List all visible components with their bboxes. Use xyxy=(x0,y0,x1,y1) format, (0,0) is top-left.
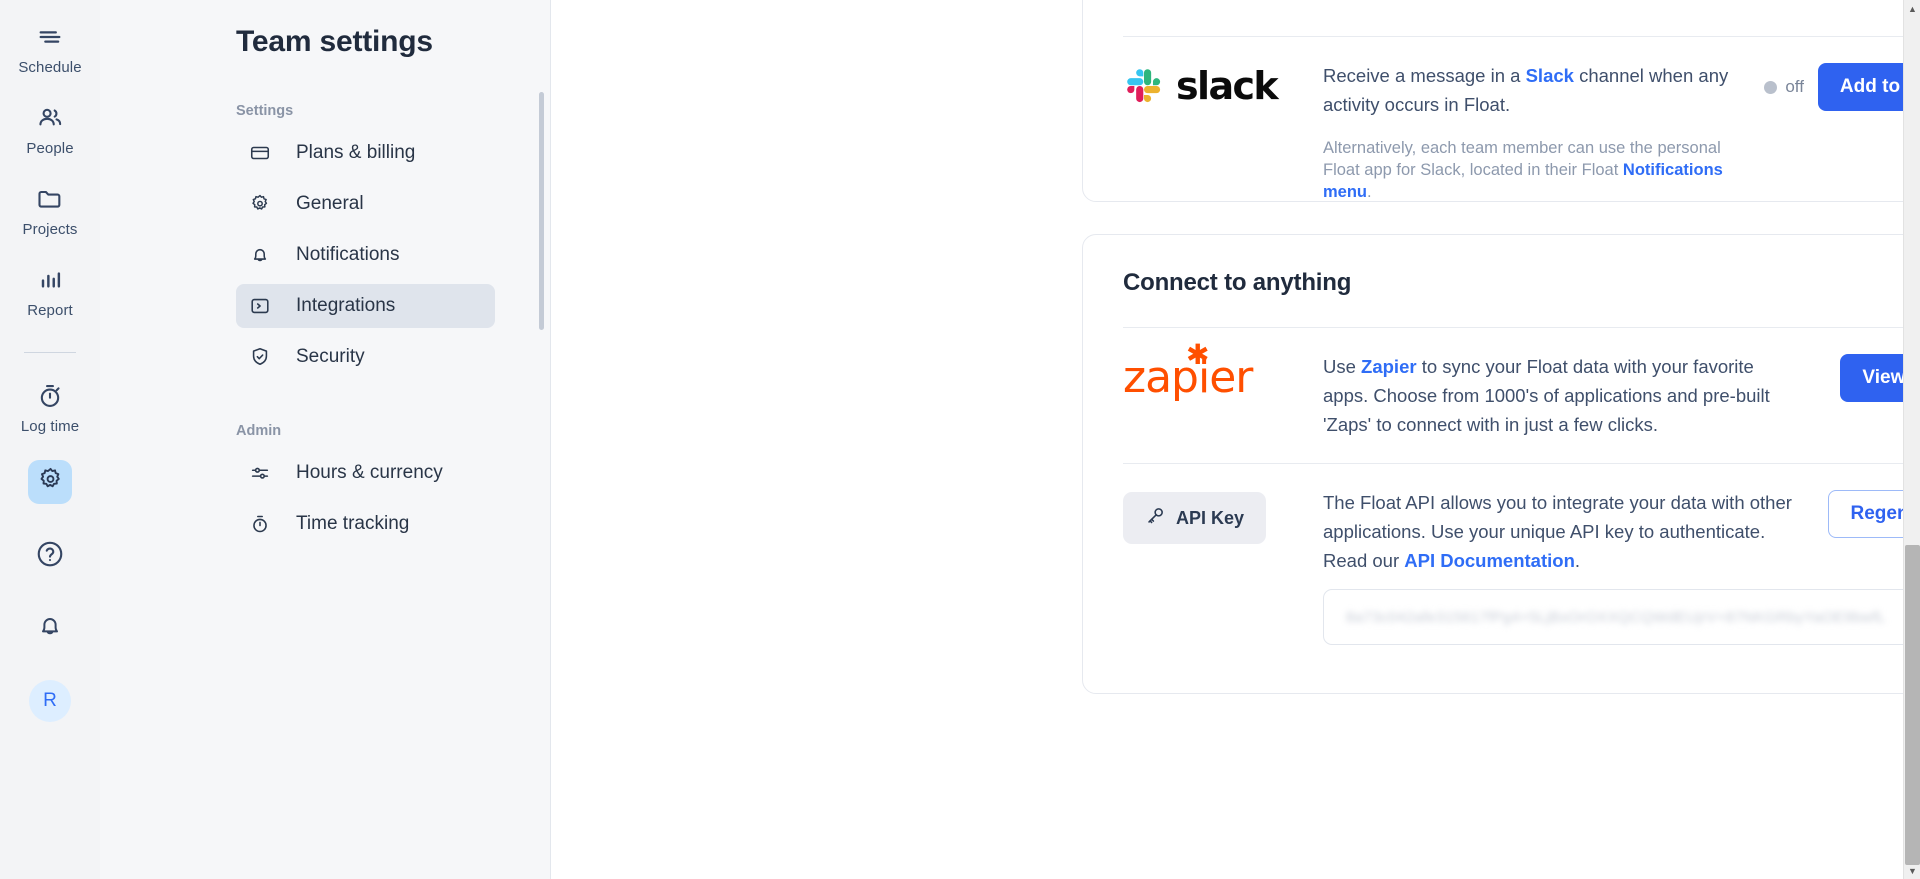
key-icon xyxy=(1145,505,1166,531)
sidebar-label-time-tracking: Time tracking xyxy=(296,513,410,534)
rail-label-log-time: Log time xyxy=(20,418,80,435)
api-documentation-link[interactable]: API Documentation xyxy=(1404,550,1575,571)
settings-scrollbar-thumb[interactable] xyxy=(539,92,544,330)
sidebar-label-security: Security xyxy=(296,346,365,367)
page-scrollbar-thumb[interactable] xyxy=(1905,545,1920,865)
slack-toggle-status[interactable]: off xyxy=(1764,77,1804,97)
app-root: Schedule People Projects Report Log time… xyxy=(0,0,1920,879)
settings-group-label-settings: Settings xyxy=(236,103,294,119)
slack-logo: slack xyxy=(1123,61,1323,107)
rail-item-people[interactable]: People xyxy=(0,101,100,156)
slack-integration-card: slack Receive a message in a Slack chann… xyxy=(1082,0,1920,202)
slack-alt-description: Alternatively, each team member can use … xyxy=(1323,137,1754,203)
schedule-icon xyxy=(33,20,67,54)
sidebar-label-integrations: Integrations xyxy=(296,295,396,316)
scroll-up-arrow-icon[interactable]: ▲ xyxy=(1904,0,1920,17)
api-key-chip-wrap: API Key xyxy=(1123,488,1323,544)
sidebar-item-time-tracking[interactable]: Time tracking xyxy=(236,502,495,546)
api-key-field[interactable]: 8a73c042afe315617fPg4+5LjBxOrOXXQCQWdEUj… xyxy=(1323,589,1920,645)
rail-item-notifications[interactable] xyxy=(28,606,72,650)
slack-description: Receive a message in a Slack channel whe… xyxy=(1323,61,1754,119)
api-key-chip: API Key xyxy=(1123,492,1267,544)
api-desc-suffix: . xyxy=(1574,550,1581,571)
api-key-value: 8a73c042afe315617fPg4+5LjBxOrOXXQCQWdEUj… xyxy=(1346,608,1886,626)
page-title: Team settings xyxy=(236,25,433,58)
zapier-description: Use Zapier to sync your Float data with … xyxy=(1323,352,1793,439)
scroll-down-arrow-icon[interactable]: ▼ xyxy=(1904,862,1920,879)
slack-row: slack Receive a message in a Slack chann… xyxy=(1083,37,1920,227)
sidebar-label-general: General xyxy=(296,193,364,214)
slack-alt-suffix: . xyxy=(1367,183,1372,201)
primary-nav-rail: Schedule People Projects Report Log time… xyxy=(0,0,100,879)
help-circle-icon xyxy=(35,539,65,574)
rail-item-log-time[interactable]: Log time xyxy=(0,379,100,434)
status-dot-icon xyxy=(1764,80,1778,94)
sidebar-label-hours-currency: Hours & currency xyxy=(296,462,443,483)
api-key-chip-label: API Key xyxy=(1176,507,1245,528)
projects-folder-icon xyxy=(33,182,67,216)
settings-sidebar: Team settings Settings Plans & billing G… xyxy=(100,0,551,879)
sliders-icon xyxy=(248,461,272,485)
report-bars-icon xyxy=(33,263,67,297)
stopwatch-icon xyxy=(33,379,67,413)
zapier-link[interactable]: Zapier xyxy=(1361,356,1417,377)
slack-wordmark: slack xyxy=(1176,64,1279,108)
rail-label-report: Report xyxy=(27,302,73,319)
zapier-row: ✱ zapier Use Zapier to sync your Float d… xyxy=(1083,328,1920,463)
sidebar-item-integrations[interactable]: Integrations xyxy=(236,284,495,328)
rail-item-report[interactable]: Report xyxy=(0,263,100,318)
bell-icon xyxy=(36,612,64,645)
sidebar-item-security[interactable]: Security xyxy=(236,335,495,379)
zapier-desc-prefix: Use xyxy=(1323,356,1362,377)
sidebar-item-general[interactable]: General xyxy=(236,182,495,226)
slack-mark-icon xyxy=(1127,69,1161,103)
slack-text: Receive a message in a Slack channel whe… xyxy=(1323,61,1764,203)
main-content: slack Receive a message in a Slack chann… xyxy=(551,0,1920,879)
rail-label-people: People xyxy=(26,140,74,157)
api-key-row: API Key The Float API allows you to inte… xyxy=(1083,464,1920,589)
sidebar-item-plans-billing[interactable]: Plans & billing xyxy=(236,131,495,175)
slack-actions: off Add to Slack xyxy=(1764,61,1920,111)
sidebar-item-hours-currency[interactable]: Hours & currency xyxy=(236,451,495,495)
api-key-description: The Float API allows you to integrate yo… xyxy=(1323,488,1793,575)
slack-desc-prefix: Receive a message in a xyxy=(1323,65,1526,86)
rail-item-projects[interactable]: Projects xyxy=(0,182,100,237)
rail-item-help[interactable] xyxy=(28,534,72,578)
settings-group-label-admin: Admin xyxy=(236,423,282,439)
credit-card-icon xyxy=(248,141,272,165)
api-key-text: The Float API allows you to integrate yo… xyxy=(1323,488,1828,575)
avatar[interactable]: R xyxy=(29,680,71,722)
stopwatch-icon xyxy=(248,512,272,536)
sidebar-label-plans-billing: Plans & billing xyxy=(296,142,416,163)
bell-icon xyxy=(248,243,272,267)
zapier-text: Use Zapier to sync your Float data with … xyxy=(1323,352,1840,439)
zapier-logo: ✱ zapier xyxy=(1123,341,1323,400)
people-icon xyxy=(33,101,67,135)
rail-item-settings[interactable] xyxy=(28,460,72,504)
rail-label-projects: Projects xyxy=(22,221,78,238)
zapier-star-icon: ✱ xyxy=(1186,339,1210,370)
gear-icon xyxy=(248,192,272,216)
sidebar-label-notifications: Notifications xyxy=(296,244,400,265)
shield-check-icon xyxy=(248,345,272,369)
slack-link[interactable]: Slack xyxy=(1526,65,1574,86)
rail-label-schedule: Schedule xyxy=(18,59,82,76)
rail-divider xyxy=(24,352,76,353)
rail-item-schedule[interactable]: Schedule xyxy=(0,20,100,75)
slack-toggle-label: off xyxy=(1785,77,1804,96)
connect-card-title: Connect to anything xyxy=(1123,269,1352,296)
sidebar-item-notifications[interactable]: Notifications xyxy=(236,233,495,277)
terminal-icon xyxy=(248,294,272,318)
gear-icon xyxy=(37,466,64,498)
connect-to-anything-card: Connect to anything ✱ zapier Use Zapier … xyxy=(1082,234,1920,694)
page-scrollbar[interactable]: ▲ ▼ xyxy=(1903,0,1920,879)
